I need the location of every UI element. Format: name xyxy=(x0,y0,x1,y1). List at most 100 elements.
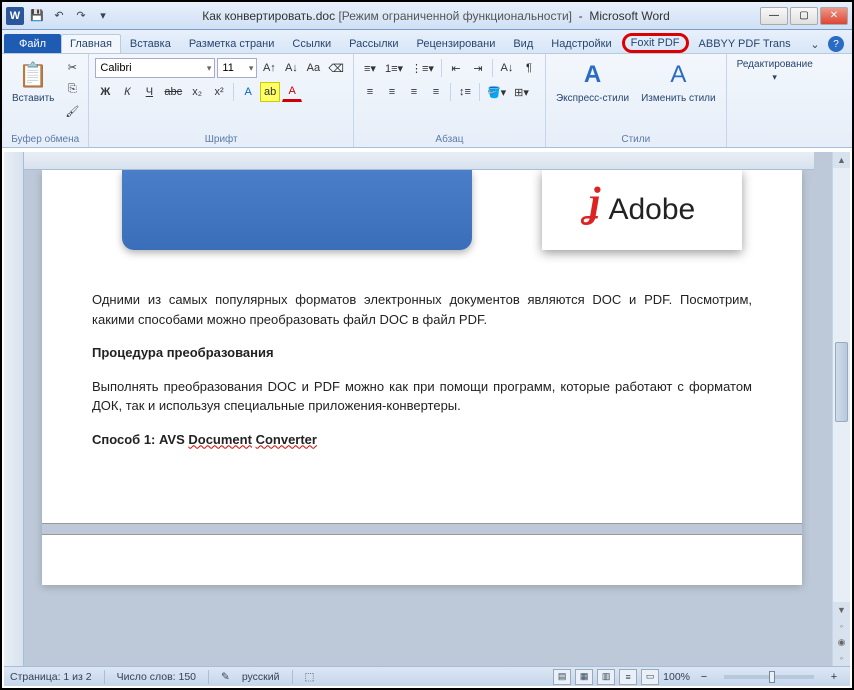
group-editing: Редактирование ▾ xyxy=(727,54,823,147)
font-size-combo[interactable]: 11 xyxy=(217,58,257,78)
font-name-combo[interactable]: Calibri xyxy=(95,58,215,78)
doc-name: Как конвертировать.doc xyxy=(202,9,335,23)
view-print-icon[interactable]: ▤ xyxy=(553,669,571,685)
scroll-thumb[interactable] xyxy=(835,342,848,422)
bullets-icon[interactable]: ≡▾ xyxy=(360,58,380,78)
zoom-knob[interactable] xyxy=(769,671,775,683)
editing-button[interactable]: Редактирование ▾ xyxy=(733,57,817,85)
vertical-scrollbar[interactable]: ▲ ▼ ◦ ◉ ◦ xyxy=(832,152,850,666)
paragraph-3[interactable]: Выполнять преобразования DOC и PDF можно… xyxy=(92,377,752,416)
zoom-level[interactable]: 100% xyxy=(663,671,690,683)
next-page-icon[interactable]: ◦ xyxy=(833,650,850,666)
zoom-slider[interactable] xyxy=(724,675,814,679)
minimize-button[interactable]: — xyxy=(760,7,788,25)
zoom-out-icon[interactable]: − xyxy=(694,667,714,687)
view-web-icon[interactable]: ▥ xyxy=(597,669,615,685)
grow-font-icon[interactable]: A↑ xyxy=(259,58,279,78)
zoom-in-icon[interactable]: + xyxy=(824,667,844,687)
copy-icon[interactable]: ⎘ xyxy=(62,79,82,99)
paragraph-2[interactable]: Процедура преобразования xyxy=(92,343,752,363)
sort-icon[interactable]: A↓ xyxy=(497,58,517,78)
group-font: Calibri 11 A↑ A↓ Aa ⌫ Ж К Ч abc x₂ x² A … xyxy=(89,54,354,147)
word-icon: W xyxy=(6,7,24,25)
adobe-text: Adobe xyxy=(608,193,695,227)
tab-review[interactable]: Рецензировани xyxy=(408,34,505,53)
borders-icon[interactable]: ⊞▾ xyxy=(511,82,532,102)
scroll-up-icon[interactable]: ▲ xyxy=(833,152,850,168)
insert-mode-icon[interactable]: ⬚ xyxy=(305,671,315,683)
format-painter-icon[interactable]: 🖌 xyxy=(62,101,82,121)
underline-button[interactable]: Ч xyxy=(139,82,159,102)
quick-styles-button[interactable]: A Экспресс-стили xyxy=(552,57,633,106)
document-body[interactable]: Одними из самых популярных форматов элек… xyxy=(92,290,752,449)
window-controls: — ▢ ✕ xyxy=(760,7,848,25)
redo-icon[interactable]: ↷ xyxy=(72,7,90,25)
tab-layout[interactable]: Разметка страни xyxy=(180,34,284,53)
prev-page-icon[interactable]: ◦ xyxy=(833,618,850,634)
view-outline-icon[interactable]: ≡ xyxy=(619,669,637,685)
superscript-button[interactable]: x² xyxy=(209,82,229,102)
align-left-icon[interactable]: ≡ xyxy=(360,82,380,102)
document-area: ʝ Adobe Одними из самых популярных форма… xyxy=(4,152,850,666)
page-break xyxy=(42,523,802,535)
page-status[interactable]: Страница: 1 из 2 xyxy=(10,671,92,683)
indent-right-icon[interactable]: ⇥ xyxy=(468,58,488,78)
vertical-ruler[interactable] xyxy=(4,152,24,666)
font-color-icon[interactable]: A xyxy=(282,82,302,102)
strike-button[interactable]: abc xyxy=(161,82,185,102)
horizontal-ruler[interactable] xyxy=(24,152,814,170)
help-icon[interactable]: ? xyxy=(828,36,844,52)
window-title: Как конвертировать.doc [Режим ограниченн… xyxy=(112,9,760,23)
clear-format-icon[interactable]: ⌫ xyxy=(325,58,347,78)
bold-button[interactable]: Ж xyxy=(95,82,115,102)
page[interactable]: ʝ Adobe Одними из самых популярных форма… xyxy=(42,170,802,585)
tab-home[interactable]: Главная xyxy=(61,34,121,53)
align-right-icon[interactable]: ≡ xyxy=(404,82,424,102)
tab-foxit-pdf[interactable]: Foxit PDF xyxy=(622,33,689,53)
language-status[interactable]: русский xyxy=(242,671,280,683)
tab-references[interactable]: Ссылки xyxy=(283,34,340,53)
paragraph-4[interactable]: Способ 1: AVS Document Converter xyxy=(92,430,752,450)
tab-mailings[interactable]: Рассылки xyxy=(340,34,407,53)
proofing-icon[interactable]: ✎ xyxy=(221,671,230,683)
titlebar: W 💾 ↶ ↷ ▾ Как конвертировать.doc [Режим … xyxy=(2,2,852,30)
change-case-icon[interactable]: Aa xyxy=(303,58,323,78)
close-button[interactable]: ✕ xyxy=(820,7,848,25)
paragraph-label: Абзац xyxy=(360,133,539,146)
line-spacing-icon[interactable]: ↕≡ xyxy=(455,82,475,102)
indent-left-icon[interactable]: ⇤ xyxy=(446,58,466,78)
maximize-button[interactable]: ▢ xyxy=(790,7,818,25)
numbering-icon[interactable]: 1≡▾ xyxy=(382,58,406,78)
shrink-font-icon[interactable]: A↓ xyxy=(281,58,301,78)
highlight-icon[interactable]: ab xyxy=(260,82,280,102)
page-viewport[interactable]: ʝ Adobe Одними из самых популярных форма… xyxy=(24,170,832,666)
word-count[interactable]: Число слов: 150 xyxy=(117,671,196,683)
text-effects-icon[interactable]: A xyxy=(238,82,258,102)
justify-icon[interactable]: ≡ xyxy=(426,82,446,102)
tab-insert[interactable]: Вставка xyxy=(121,34,180,53)
paste-button[interactable]: 📋 Вставить xyxy=(8,57,58,106)
save-icon[interactable]: 💾 xyxy=(28,7,46,25)
scroll-down-icon[interactable]: ▼ xyxy=(833,602,850,618)
quick-access-toolbar: 💾 ↶ ↷ ▾ xyxy=(28,7,112,25)
cut-icon[interactable]: ✂ xyxy=(62,57,82,77)
multilevel-icon[interactable]: ⋮≡▾ xyxy=(408,58,437,78)
align-center-icon[interactable]: ≡ xyxy=(382,82,402,102)
view-fullscreen-icon[interactable]: ▦ xyxy=(575,669,593,685)
browse-object-icon[interactable]: ◉ xyxy=(833,634,850,650)
paragraph-1[interactable]: Одними из самых популярных форматов элек… xyxy=(92,290,752,329)
change-styles-button[interactable]: A Изменить стили xyxy=(637,57,719,106)
paste-icon: 📋 xyxy=(17,59,49,91)
tab-addins[interactable]: Надстройки xyxy=(542,34,620,53)
qat-customize-icon[interactable]: ▾ xyxy=(94,7,112,25)
italic-button[interactable]: К xyxy=(117,82,137,102)
subscript-button[interactable]: x₂ xyxy=(187,82,207,102)
tab-view[interactable]: Вид xyxy=(504,34,542,53)
show-marks-icon[interactable]: ¶ xyxy=(519,58,539,78)
undo-icon[interactable]: ↶ xyxy=(50,7,68,25)
tab-abbyy[interactable]: ABBYY PDF Trans xyxy=(690,34,800,53)
tab-file[interactable]: Файл xyxy=(4,34,61,53)
shading-icon[interactable]: 🪣▾ xyxy=(484,82,509,102)
view-draft-icon[interactable]: ▭ xyxy=(641,669,659,685)
minimize-ribbon-icon[interactable]: ⌄ xyxy=(806,35,824,53)
